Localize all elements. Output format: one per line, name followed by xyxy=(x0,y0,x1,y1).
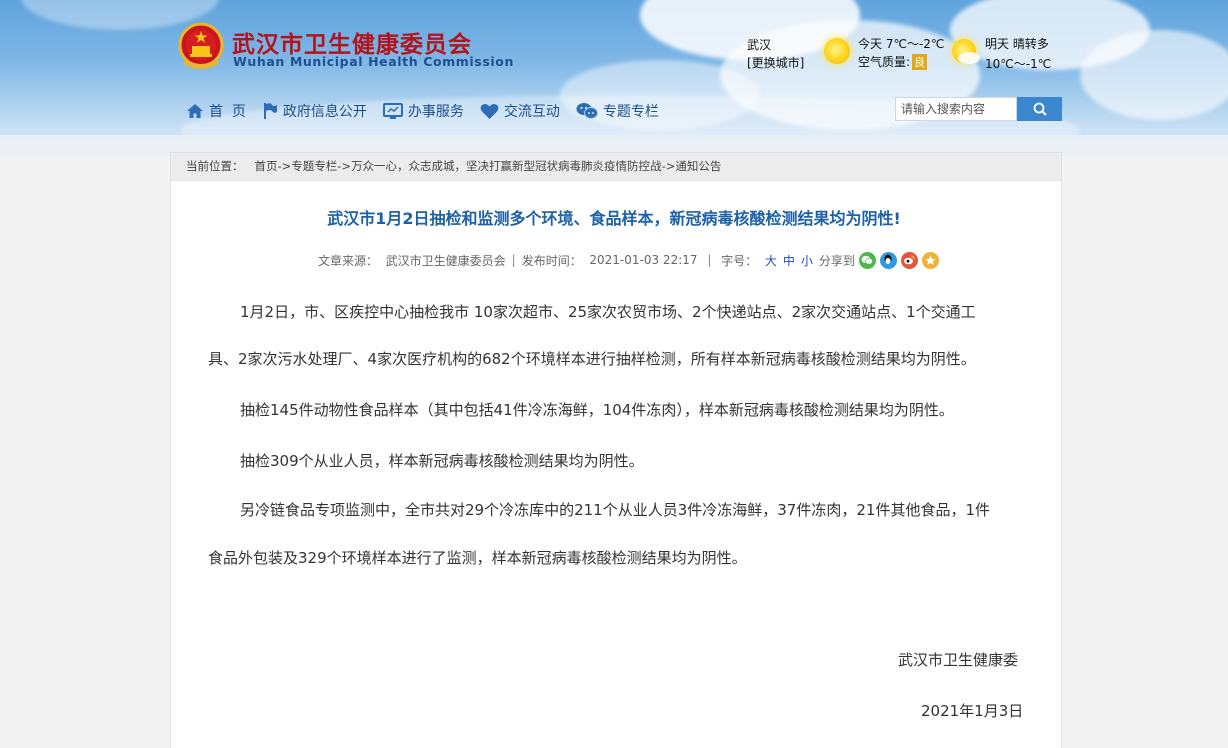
nav-item-interaction[interactable]: 交流互动 xyxy=(480,101,560,121)
breadcrumb-prefix: 当前位置： xyxy=(186,159,244,173)
article-paragraph-4-line-1: 另冷链食品专项监测中，全市共对29个冷冻库中的211个从业人员3件冷冻海鲜，37… xyxy=(240,501,990,519)
home-icon xyxy=(187,104,203,118)
search-icon xyxy=(1033,102,1047,116)
sun-icon xyxy=(824,38,850,64)
nav-item-home[interactable]: 首 页 xyxy=(186,101,246,121)
article-paragraph-2: 抽检145件动物性食品样本（其中包括41件冷冻海鲜，104件冻肉），样本新冠病毒… xyxy=(240,401,954,419)
breadcrumb-home[interactable]: 首页 xyxy=(254,159,277,173)
nav-item-services[interactable]: 办事服务 xyxy=(382,101,464,121)
air-quality: 空气质量: 良 xyxy=(858,53,928,70)
chat-icon xyxy=(576,103,598,119)
time-value: 2021-01-03 22:17 xyxy=(589,253,698,267)
nav-item-label: 交流互动 xyxy=(503,104,560,120)
weather-city: 武汉 xyxy=(747,38,772,52)
wechat-share-icon[interactable] xyxy=(858,251,876,269)
nav-item-label: 政府信息公开 xyxy=(282,104,367,120)
breadcrumb-topics[interactable]: 专题专栏 xyxy=(291,159,337,173)
qzone-share-icon[interactable] xyxy=(921,251,939,269)
weather-tomorrow-temp: 10℃～-1℃ xyxy=(985,57,1052,71)
article-title: 武汉市1月2日抽检和监测多个环境、食品样本，新冠病毒核酸检测结果均为阴性! xyxy=(327,209,901,228)
heart-icon xyxy=(480,103,499,119)
weather-today: 今天 7℃～-2℃ xyxy=(858,37,945,51)
search-button[interactable] xyxy=(1017,97,1062,121)
fontsize-small-button[interactable]: 小 xyxy=(801,252,813,269)
national-emblem-icon xyxy=(178,22,224,69)
breadcrumb-notices[interactable]: 通知公告 xyxy=(675,159,721,173)
nav-item-topics[interactable]: 专题专栏 xyxy=(576,101,659,121)
signature-date: 2021年1月3日 xyxy=(921,702,1024,720)
meta-separator: | xyxy=(511,253,516,267)
meta-separator: | xyxy=(703,253,716,267)
source-value: 武汉市卫生健康委员会 xyxy=(385,253,506,268)
article-meta: 文章来源： 武汉市卫生健康委员会 | 发布时间： 2021-01-03 22:1… xyxy=(318,250,939,270)
nav-item-label: 首 页 xyxy=(209,104,246,120)
nav-item-label: 办事服务 xyxy=(407,104,464,120)
cloud-decoration xyxy=(1080,30,1228,120)
article-paragraph-3: 抽检309个从业人员，样本新冠病毒核酸检测结果均为阴性。 xyxy=(240,452,644,470)
article-paragraph-4-line-2: 食品外包装及329个环境样本进行了监测，样本新冠病毒核酸检测结果均为阴性。 xyxy=(208,549,747,567)
fontsize-medium-button[interactable]: 中 xyxy=(783,252,795,269)
article-paragraph-1-line-1: 1月2日，市、区疾控中心抽检我市 10家次超市、25家次农贸市场、2个快递站点、… xyxy=(240,303,976,321)
nav-item-label: 专题专栏 xyxy=(602,104,659,120)
weather-tomorrow: 明天 晴转多 xyxy=(985,37,1049,51)
fontsize-label: 字号： xyxy=(721,253,758,268)
article-paragraph-1-line-2: 具、2家次污水处理厂、4家次医疗机构的682个环境样本进行抽样检测，所有样本新冠… xyxy=(208,350,976,368)
weibo-share-icon[interactable] xyxy=(900,251,918,269)
qq-share-icon[interactable] xyxy=(879,251,897,269)
nav-item-gov-info[interactable]: 政府信息公开 xyxy=(262,101,367,121)
signature-org: 武汉市卫生健康委 xyxy=(898,651,1019,669)
site-subtitle: Wuhan Municipal Health Commission xyxy=(233,54,514,69)
main-nav: 首 页 政府信息公开 办事服务 交流互动 专题专栏 xyxy=(186,100,675,122)
switch-city-link[interactable]: [更换城市] xyxy=(747,54,804,71)
cloud-small-icon xyxy=(958,52,980,64)
monitor-icon xyxy=(382,102,403,119)
flag-icon xyxy=(263,103,277,119)
air-quality-label: 空气质量: xyxy=(858,55,911,69)
breadcrumb-covid-column[interactable]: 万众一心，众志成城，坚决打赢新型冠状病毒肺炎疫情防控战 xyxy=(351,159,662,173)
share-label: 分享到 xyxy=(818,253,855,268)
search-input[interactable] xyxy=(895,97,1017,121)
breadcrumb: 当前位置： 首页->专题专栏->万众一心，众志成城，坚决打赢新型冠状病毒肺炎疫情… xyxy=(170,152,1062,180)
time-label: 发布时间： xyxy=(521,253,582,268)
fontsize-large-button[interactable]: 大 xyxy=(765,252,777,269)
air-quality-badge: 良 xyxy=(912,54,928,70)
source-label: 文章来源： xyxy=(318,253,379,268)
